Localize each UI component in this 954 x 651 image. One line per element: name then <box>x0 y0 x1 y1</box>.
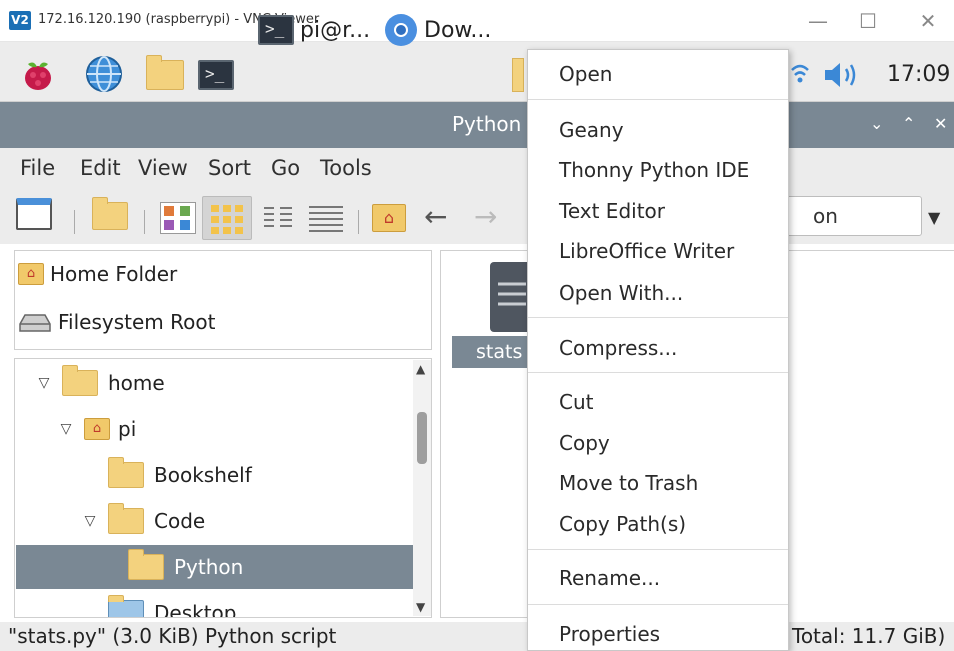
tree-item-label: pi <box>118 417 137 441</box>
clock[interactable]: 17:09 <box>887 62 950 87</box>
list-view-icon[interactable] <box>306 202 346 238</box>
tree-item-label: Code <box>154 509 206 533</box>
path-dropdown-arrow-icon[interactable]: ▼ <box>928 208 940 227</box>
menu-edit[interactable]: Edit <box>80 156 121 180</box>
minimize-button[interactable]: — <box>800 8 836 34</box>
file-manager-icon[interactable] <box>146 55 184 90</box>
tree-item-desktop[interactable]: Desktop <box>16 591 416 618</box>
taskbar-item-label: pi@r... <box>300 17 371 43</box>
taskbar-item-terminal[interactable]: >_ pi@r... <box>258 8 374 52</box>
expander-icon[interactable]: ▽ <box>82 513 98 529</box>
home-button-icon[interactable]: ⌂ <box>372 204 406 232</box>
menu-item-rename[interactable]: Rename... <box>559 566 660 590</box>
scroll-up-icon[interactable]: ▲ <box>416 362 425 376</box>
place-label: Home Folder <box>50 262 178 286</box>
menu-item-cut[interactable]: Cut <box>559 390 593 414</box>
place-home-folder[interactable]: ⌂ Home Folder <box>18 262 177 286</box>
tree-item-python[interactable]: Python <box>16 545 416 589</box>
thumbnail-view-icon[interactable] <box>202 196 252 240</box>
terminal-launcher-icon[interactable]: >_ <box>198 60 234 90</box>
file-manager-title: Python <box>452 112 522 136</box>
tree-scrollbar[interactable] <box>413 360 431 616</box>
tree-item-pi[interactable]: ▽ ⌂ pi <box>16 407 416 451</box>
chromium-icon <box>385 14 417 46</box>
new-folder-icon[interactable] <box>92 197 128 230</box>
terminal-icon: >_ <box>258 15 294 45</box>
menu-item-copy-path[interactable]: Copy Path(s) <box>559 512 686 536</box>
tree-item-label: Python <box>174 555 244 579</box>
menu-item-move-to-trash[interactable]: Move to Trash <box>559 471 698 495</box>
file-view-right <box>788 250 954 618</box>
fm-maximize-button[interactable]: ⌃ <box>902 114 915 133</box>
wifi-icon[interactable] <box>790 62 810 92</box>
menu-go[interactable]: Go <box>271 156 300 180</box>
home-folder-icon: ⌂ <box>18 263 44 285</box>
tree-item-home[interactable]: ▽ home <box>16 361 416 405</box>
home-folder-icon: ⌂ <box>84 418 110 440</box>
menu-item-compress[interactable]: Compress... <box>559 336 677 360</box>
taskbar-item-label: Dow... <box>424 17 492 43</box>
tree-item-label: Bookshelf <box>154 463 252 487</box>
tree-item-label: home <box>108 371 165 395</box>
scrollbar-thumb[interactable] <box>417 412 427 464</box>
menu-separator <box>528 99 788 100</box>
folder-icon <box>62 365 98 396</box>
scroll-down-icon[interactable]: ▼ <box>416 600 425 614</box>
taskbar-item-chromium[interactable]: Dow... <box>384 8 500 52</box>
desktop-folder-icon <box>108 595 144 617</box>
fm-close-button[interactable]: ✕ <box>934 114 947 133</box>
compact-view-icon[interactable] <box>260 202 296 238</box>
new-window-icon[interactable] <box>16 198 52 230</box>
maximize-button[interactable]: ☐ <box>850 8 886 34</box>
tree-item-bookshelf[interactable]: Bookshelf <box>16 453 416 497</box>
menu-view[interactable]: View <box>138 156 188 180</box>
expander-icon[interactable]: ▽ <box>58 421 74 437</box>
place-label: Filesystem Root <box>58 310 216 334</box>
toolbar-separator <box>144 210 145 234</box>
menu-item-properties[interactable]: Properties <box>559 622 660 646</box>
path-input[interactable]: on <box>770 196 922 236</box>
web-browser-icon[interactable] <box>84 54 124 94</box>
menu-item-thonny[interactable]: Thonny Python IDE <box>559 158 749 182</box>
toolbar-separator <box>358 210 359 234</box>
menu-item-text-editor[interactable]: Text Editor <box>559 199 665 223</box>
tree-item-label: Desktop <box>154 601 237 618</box>
status-file-info: "stats.py" (3.0 KiB) Python script <box>8 624 337 648</box>
menu-separator <box>528 549 788 550</box>
place-filesystem-root[interactable]: Filesystem Root <box>18 310 215 334</box>
directory-tree: ▽ home ▽ ⌂ pi Bookshelf ▽ Code Python De… <box>14 358 432 618</box>
menu-item-open-with[interactable]: Open With... <box>559 281 683 305</box>
taskbar-item-folder-icon[interactable] <box>512 58 524 92</box>
folder-icon <box>128 549 164 580</box>
menu-item-open[interactable]: Open <box>559 62 612 86</box>
folder-icon <box>108 457 144 488</box>
volume-icon[interactable] <box>822 60 864 94</box>
drive-icon <box>19 314 51 332</box>
menu-item-copy[interactable]: Copy <box>559 431 610 455</box>
vnc-logo-icon: V2 <box>9 11 31 30</box>
close-button[interactable]: ✕ <box>910 8 946 34</box>
tree-item-code[interactable]: ▽ Code <box>16 499 416 543</box>
toolbar-separator <box>74 210 75 234</box>
menu-separator <box>528 604 788 605</box>
menu-file[interactable]: File <box>20 156 55 180</box>
menu-sort[interactable]: Sort <box>208 156 251 180</box>
back-arrow-icon[interactable]: ← <box>424 200 447 233</box>
menu-tools[interactable]: Tools <box>320 156 372 180</box>
folder-icon <box>108 503 144 534</box>
menu-separator <box>528 317 788 318</box>
fm-minimize-button[interactable]: ⌄ <box>870 114 883 133</box>
menu-item-geany[interactable]: Geany <box>559 118 624 142</box>
forward-arrow-icon: → <box>474 200 498 233</box>
menu-item-libreoffice-writer[interactable]: LibreOffice Writer <box>559 239 734 263</box>
icon-view-icon[interactable] <box>160 202 196 234</box>
status-disk-info: Total: 11.7 GiB) <box>792 624 946 648</box>
expander-icon[interactable]: ▽ <box>36 375 52 391</box>
raspberry-menu-icon[interactable] <box>20 56 56 92</box>
menu-separator <box>528 372 788 373</box>
